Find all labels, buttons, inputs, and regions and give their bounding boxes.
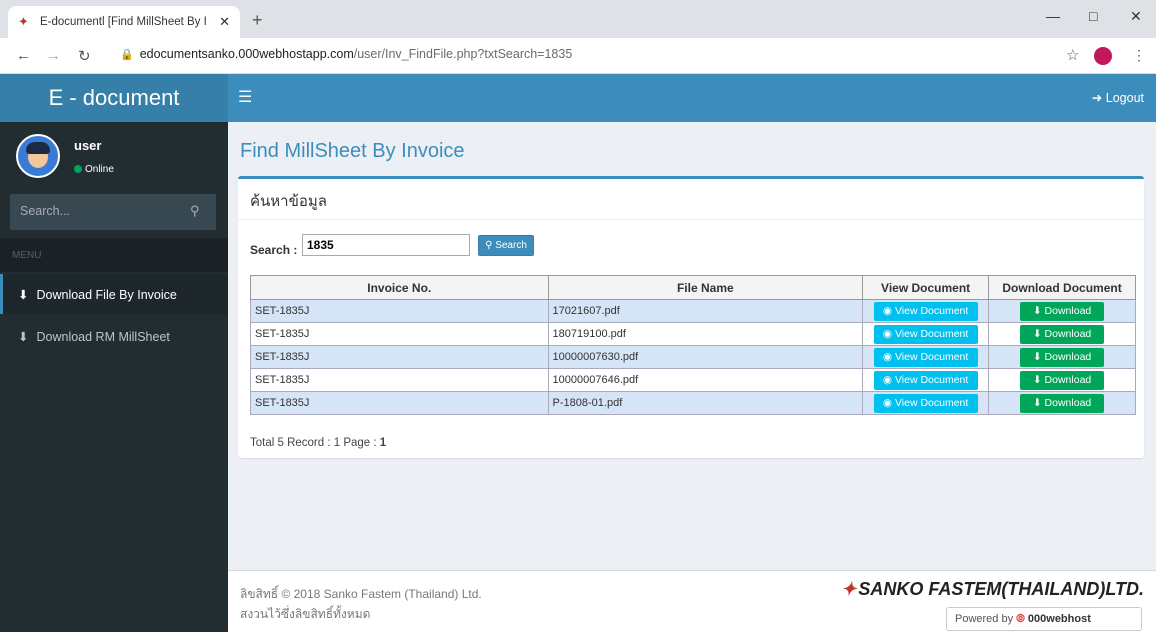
- download-icon: ⬇: [18, 288, 29, 302]
- back-icon[interactable]: ←: [16, 47, 31, 64]
- view-document-button[interactable]: ◉ View Document: [873, 370, 978, 390]
- user-avatar: [16, 134, 60, 178]
- results-table: Invoice No. File Name View Document Down…: [250, 275, 1136, 415]
- header-download-document: Download Document: [988, 275, 1136, 300]
- search-input[interactable]: [302, 234, 470, 256]
- file-cell: 17021607.pdf: [547, 299, 864, 323]
- total-text: Total 5 Record : 1 Page :: [250, 437, 377, 449]
- tab-title: E-documentl [Find MillSheet By I: [40, 16, 207, 28]
- download-button[interactable]: ⬇ Download: [1020, 301, 1105, 321]
- online-status: Online: [74, 164, 114, 175]
- eye-icon: ◉: [882, 373, 893, 386]
- brand-logo: ✦ SANKO FASTEM(THAILAND)LTD.: [841, 579, 1144, 599]
- search-icon: ⚲: [485, 240, 493, 251]
- download-button[interactable]: ⬇ Download: [1020, 347, 1105, 367]
- invoice-cell: SET-1835J: [250, 345, 549, 369]
- page-link[interactable]: 1: [380, 437, 386, 449]
- search-button[interactable]: ⚲ Search: [478, 235, 534, 256]
- powered-by-badge[interactable]: Powered by ⦾ 000webhost: [946, 607, 1142, 631]
- forward-icon[interactable]: →: [46, 47, 61, 64]
- close-icon[interactable]: ✕: [219, 14, 230, 30]
- search-box: ค้นหาข้อมูล Search : ⚲ Search Invoice No…: [238, 176, 1144, 458]
- table-row: SET-1835J 10000007646.pdf ◉ View Documen…: [250, 368, 1136, 392]
- invoice-cell: SET-1835J: [250, 368, 549, 392]
- divider: [238, 219, 1144, 220]
- sidebar-search-input[interactable]: Search...: [10, 194, 190, 230]
- invoice-cell: SET-1835J: [250, 322, 549, 346]
- logout-label: Logout: [1105, 91, 1144, 105]
- view-document-button[interactable]: ◉ View Document: [873, 393, 978, 413]
- reload-icon[interactable]: ↻: [78, 47, 91, 65]
- file-cell: 10000007646.pdf: [547, 368, 864, 392]
- box-title: ค้นหาข้อมูล: [250, 193, 327, 210]
- rights-text: สงวนไว้ซึ่งลิขสิทธิ์ทั้งหมด: [240, 607, 371, 621]
- download-button[interactable]: ⬇ Download: [1020, 393, 1105, 413]
- browser-tab-bar: ✦ E-documentl [Find MillSheet By I ✕ + —…: [0, 0, 1156, 38]
- pagination-summary: Total 5 Record : 1 Page : 1: [250, 437, 386, 449]
- logout-link[interactable]: ➜ Logout: [1092, 90, 1144, 105]
- header-file-name: File Name: [547, 275, 864, 300]
- top-navbar: ☰ ➜ Logout: [228, 74, 1156, 122]
- footer: ลิขสิทธิ์ © 2018 Sanko Fastem (Thailand)…: [228, 570, 1156, 632]
- user-name: user: [74, 138, 102, 153]
- view-document-button[interactable]: ◉ View Document: [873, 301, 978, 321]
- view-document-button[interactable]: ◉ View Document: [873, 347, 978, 367]
- app-logo[interactable]: E - document: [0, 74, 228, 122]
- lock-icon: 🔒: [120, 49, 134, 61]
- eye-icon: ◉: [882, 396, 893, 409]
- invoice-cell: SET-1835J: [250, 299, 549, 323]
- address-bar: ← → ↻ 🔒 edocumentsanko.000webhostapp.com/…: [0, 38, 1156, 74]
- file-cell: 10000007630.pdf: [547, 345, 864, 369]
- profile-avatar[interactable]: [1094, 47, 1112, 65]
- download-button[interactable]: ⬇ Download: [1020, 370, 1105, 390]
- download-icon: ⬇: [1032, 373, 1042, 386]
- header-invoice-no: Invoice No.: [250, 275, 549, 300]
- plus-icon[interactable]: +: [252, 10, 263, 31]
- menu-icon[interactable]: ☰: [238, 87, 252, 107]
- favicon-icon: ✦: [18, 14, 29, 29]
- sidebar: user Online Search... ⚲ MENU ⬇ Download F…: [0, 122, 228, 632]
- logout-icon: ➜: [1091, 91, 1103, 105]
- table-row: SET-1835J P-1808-01.pdf ◉ View Document …: [250, 391, 1136, 415]
- download-icon: ⬇: [1032, 350, 1042, 363]
- url-field[interactable]: 🔒 edocumentsanko.000webhostapp.com/user/I…: [120, 47, 572, 61]
- eye-icon: ◉: [882, 350, 893, 363]
- brand-mark-icon: ✦: [841, 579, 857, 599]
- table-row: SET-1835J 17021607.pdf ◉ View Document ⬇…: [250, 299, 1136, 323]
- url-host: edocumentsanko.000webhostapp.com: [139, 47, 354, 61]
- browser-tab[interactable]: ✦ E-documentl [Find MillSheet By I ✕: [8, 6, 240, 38]
- search-label: Search :: [250, 243, 298, 257]
- status-dot-icon: [74, 165, 82, 173]
- sidebar-item-download-rm-millsheet[interactable]: ⬇ Download RM MillSheet: [0, 316, 228, 356]
- window-close-icon[interactable]: ✕: [1130, 8, 1142, 25]
- minimize-icon[interactable]: —: [1046, 8, 1060, 24]
- table-row: SET-1835J 10000007630.pdf ◉ View Documen…: [250, 345, 1136, 369]
- more-icon[interactable]: ⋮: [1132, 47, 1146, 64]
- page-title: Find MillSheet By Invoice: [240, 140, 465, 162]
- host-logo-icon: ⦾: [1016, 613, 1025, 625]
- url-path: /user/Inv_FindFile.php?txtSearch=1835: [353, 47, 573, 61]
- maximize-icon[interactable]: □: [1089, 8, 1097, 24]
- copyright-text: ลิขสิทธิ์ © 2018 Sanko Fastem (Thailand)…: [240, 587, 482, 601]
- download-icon: ⬇: [1032, 304, 1042, 317]
- invoice-cell: SET-1835J: [250, 391, 549, 415]
- menu-header: MENU: [0, 238, 228, 272]
- file-cell: P-1808-01.pdf: [547, 391, 864, 415]
- star-icon[interactable]: ☆: [1066, 46, 1079, 64]
- eye-icon: ◉: [882, 327, 893, 340]
- view-document-button[interactable]: ◉ View Document: [873, 324, 978, 344]
- search-icon[interactable]: ⚲: [190, 194, 216, 230]
- sidebar-item-download-file-by-invoice[interactable]: ⬇ Download File By Invoice: [0, 274, 228, 314]
- download-icon: ⬇: [1032, 396, 1042, 409]
- header-view-document: View Document: [862, 275, 990, 300]
- eye-icon: ◉: [882, 304, 893, 317]
- file-cell: 180719100.pdf: [547, 322, 864, 346]
- table-header-row: Invoice No. File Name View Document Down…: [250, 275, 1136, 300]
- table-row: SET-1835J 180719100.pdf ◉ View Document …: [250, 322, 1136, 346]
- download-button[interactable]: ⬇ Download: [1020, 324, 1105, 344]
- download-icon: ⬇: [18, 330, 29, 344]
- download-icon: ⬇: [1032, 327, 1042, 340]
